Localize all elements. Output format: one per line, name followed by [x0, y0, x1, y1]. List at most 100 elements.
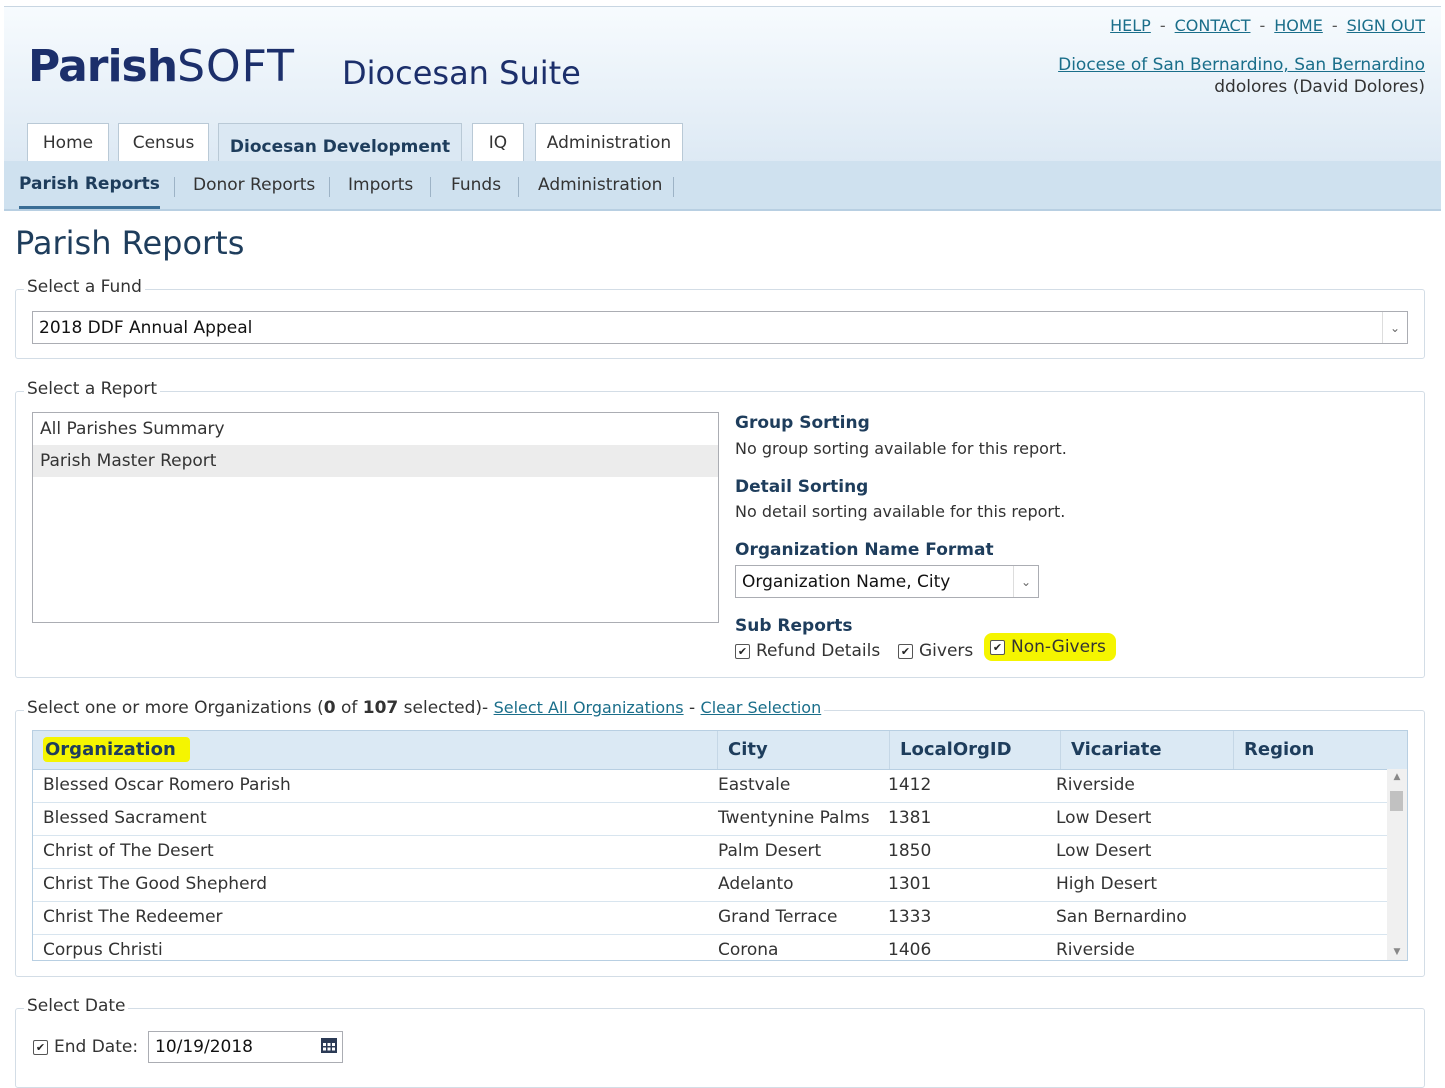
cell-organization: Christ The Redeemer: [43, 907, 223, 927]
cell-organization: Corpus Christi: [43, 940, 163, 960]
tab-iq[interactable]: IQ: [472, 123, 524, 161]
cell-city: Eastvale: [718, 775, 791, 795]
report-item-parish-master-report[interactable]: Parish Master Report: [33, 445, 718, 477]
tab-home[interactable]: Home: [27, 123, 109, 161]
column-header-vicariate[interactable]: Vicariate: [1061, 731, 1234, 769]
org-legend-prefix: Select one or more Organizations (: [27, 698, 324, 718]
subnav-divider: [673, 177, 674, 197]
subnav-donor-reports[interactable]: Donor Reports: [193, 161, 315, 209]
cell-localorgid: 1381: [888, 808, 932, 828]
non-givers-checkbox[interactable]: ✔: [990, 639, 1005, 655]
home-link[interactable]: HOME: [1274, 16, 1323, 35]
diocese-link[interactable]: Diocese of San Bernardino, San Bernardin…: [1058, 55, 1425, 75]
date-legend: Select Date: [24, 996, 129, 1016]
refund-details-label: Refund Details: [756, 641, 881, 661]
report-item-all-parishes-summary[interactable]: All Parishes Summary: [33, 413, 718, 445]
cell-organization: Christ of The Desert: [43, 841, 214, 861]
org-legend-of: of: [335, 698, 363, 718]
chevron-down-icon[interactable]: ⌄: [1382, 312, 1407, 343]
report-legend: Select a Report: [24, 379, 161, 399]
sign-out-link[interactable]: SIGN OUT: [1347, 16, 1425, 35]
cell-vicariate: Low Desert: [1056, 841, 1152, 861]
cell-localorgid: 1301: [888, 874, 932, 894]
cell-vicariate: High Desert: [1056, 874, 1157, 894]
chevron-down-icon[interactable]: ⌄: [1013, 566, 1038, 597]
detail-sorting-label: Detail Sorting: [735, 477, 869, 497]
cell-organization: Blessed Sacrament: [43, 808, 207, 828]
organization-header-highlight: Organization: [43, 737, 190, 762]
detail-sorting-text: No detail sorting available for this rep…: [735, 502, 1066, 521]
subnav-parish-reports[interactable]: Parish Reports: [19, 161, 160, 209]
end-date-option[interactable]: ✔ End Date:: [33, 1037, 138, 1057]
cell-city: Adelanto: [718, 874, 794, 894]
clear-selection-link[interactable]: Clear Selection: [701, 698, 822, 717]
cell-vicariate: San Bernardino: [1056, 907, 1187, 927]
cell-city: Palm Desert: [718, 841, 822, 861]
table-row[interactable]: Christ of The Desert Palm Desert 1850 Lo…: [33, 835, 1387, 869]
page-title: Parish Reports: [15, 224, 245, 262]
scroll-thumb[interactable]: [1390, 791, 1403, 811]
givers-option[interactable]: ✔ Givers: [898, 641, 973, 661]
column-header-localorgid[interactable]: LocalOrgID: [890, 731, 1061, 769]
scroll-down-icon[interactable]: ▼: [1387, 947, 1407, 957]
refund-details-checkbox[interactable]: ✔: [735, 643, 750, 659]
column-header-city[interactable]: City: [718, 731, 890, 769]
link-separator: -: [1259, 16, 1266, 35]
cell-city: Corona: [718, 940, 779, 960]
cell-localorgid: 1850: [888, 841, 932, 861]
non-givers-label: Non-Givers: [1011, 637, 1106, 657]
refund-details-option[interactable]: ✔ Refund Details: [735, 641, 880, 661]
cell-city: Twentynine Palms: [718, 808, 870, 828]
subnav-divider: [430, 177, 431, 197]
table-row[interactable]: Corpus Christi Corona 1406 Riverside: [33, 934, 1387, 960]
column-header-region[interactable]: Region: [1234, 731, 1407, 769]
link-separator: -: [1159, 16, 1166, 35]
table-row[interactable]: Blessed Sacrament Twentynine Palms 1381 …: [33, 802, 1387, 836]
app-header: ParishSOFT Diocesan Suite HELP - CONTACT - H…: [4, 6, 1441, 169]
column-header-organization[interactable]: Organization: [33, 731, 718, 769]
report-listbox[interactable]: All Parishes Summary Parish Master Repor…: [32, 412, 719, 623]
diocese-info: Diocese of San Bernardino, San Bernardin…: [1058, 55, 1425, 75]
table-row[interactable]: Christ The Good Shepherd Adelanto 1301 H…: [33, 868, 1387, 902]
help-link[interactable]: HELP: [1110, 16, 1151, 35]
organizations-legend: Select one or more Organizations (0 of 1…: [24, 698, 825, 718]
cell-organization: Christ The Good Shepherd: [43, 874, 268, 894]
scroll-up-icon[interactable]: ▲: [1387, 772, 1407, 782]
group-sorting-text: No group sorting available for this repo…: [735, 439, 1067, 458]
givers-checkbox[interactable]: ✔: [898, 643, 913, 659]
select-all-organizations-link[interactable]: Select All Organizations: [494, 698, 684, 717]
subnav-divider: [518, 177, 519, 197]
end-date-input[interactable]: 10/19/2018: [148, 1031, 343, 1063]
org-name-format-label: Organization Name Format: [735, 540, 994, 560]
contact-link[interactable]: CONTACT: [1175, 16, 1251, 35]
subnav-imports[interactable]: Imports: [348, 161, 413, 209]
cell-localorgid: 1406: [888, 940, 932, 960]
cell-localorgid: 1333: [888, 907, 932, 927]
suite-title: Diocesan Suite: [342, 54, 581, 92]
tab-administration[interactable]: Administration: [535, 123, 683, 161]
group-sorting-label: Group Sorting: [735, 413, 870, 433]
table-row[interactable]: Blessed Oscar Romero Parish Eastvale 141…: [33, 769, 1387, 803]
subnav-funds[interactable]: Funds: [451, 161, 501, 209]
cell-organization: Blessed Oscar Romero Parish: [43, 775, 291, 795]
table-row[interactable]: Christ The Redeemer Grand Terrace 1333 S…: [33, 901, 1387, 935]
fund-select-value: 2018 DDF Annual Appeal: [39, 317, 253, 338]
calendar-icon[interactable]: [320, 1036, 338, 1054]
tab-census[interactable]: Census: [118, 123, 209, 161]
subnav-administration[interactable]: Administration: [538, 161, 662, 209]
fund-select[interactable]: 2018 DDF Annual Appeal ⌄: [32, 311, 1408, 344]
givers-label: Givers: [919, 641, 974, 661]
subnav-divider: [329, 177, 330, 197]
end-date-checkbox[interactable]: ✔: [33, 1039, 48, 1055]
table-scrollbar[interactable]: ▲ ▼: [1387, 769, 1407, 960]
organizations-table: Organization City LocalOrgID Vicariate R…: [32, 730, 1408, 961]
org-selected-count: 0: [323, 698, 336, 718]
parishsoft-logo[interactable]: ParishSOFT: [28, 41, 295, 92]
org-name-format-select[interactable]: Organization Name, City ⌄: [735, 565, 1039, 598]
sub-reports-label: Sub Reports: [735, 616, 853, 636]
non-givers-option[interactable]: ✔ Non-Givers: [984, 633, 1116, 661]
cell-vicariate: Riverside: [1056, 940, 1135, 960]
org-legend-suffix: selected)-: [398, 698, 494, 718]
cell-city: Grand Terrace: [718, 907, 838, 927]
cell-vicariate: Low Desert: [1056, 808, 1152, 828]
